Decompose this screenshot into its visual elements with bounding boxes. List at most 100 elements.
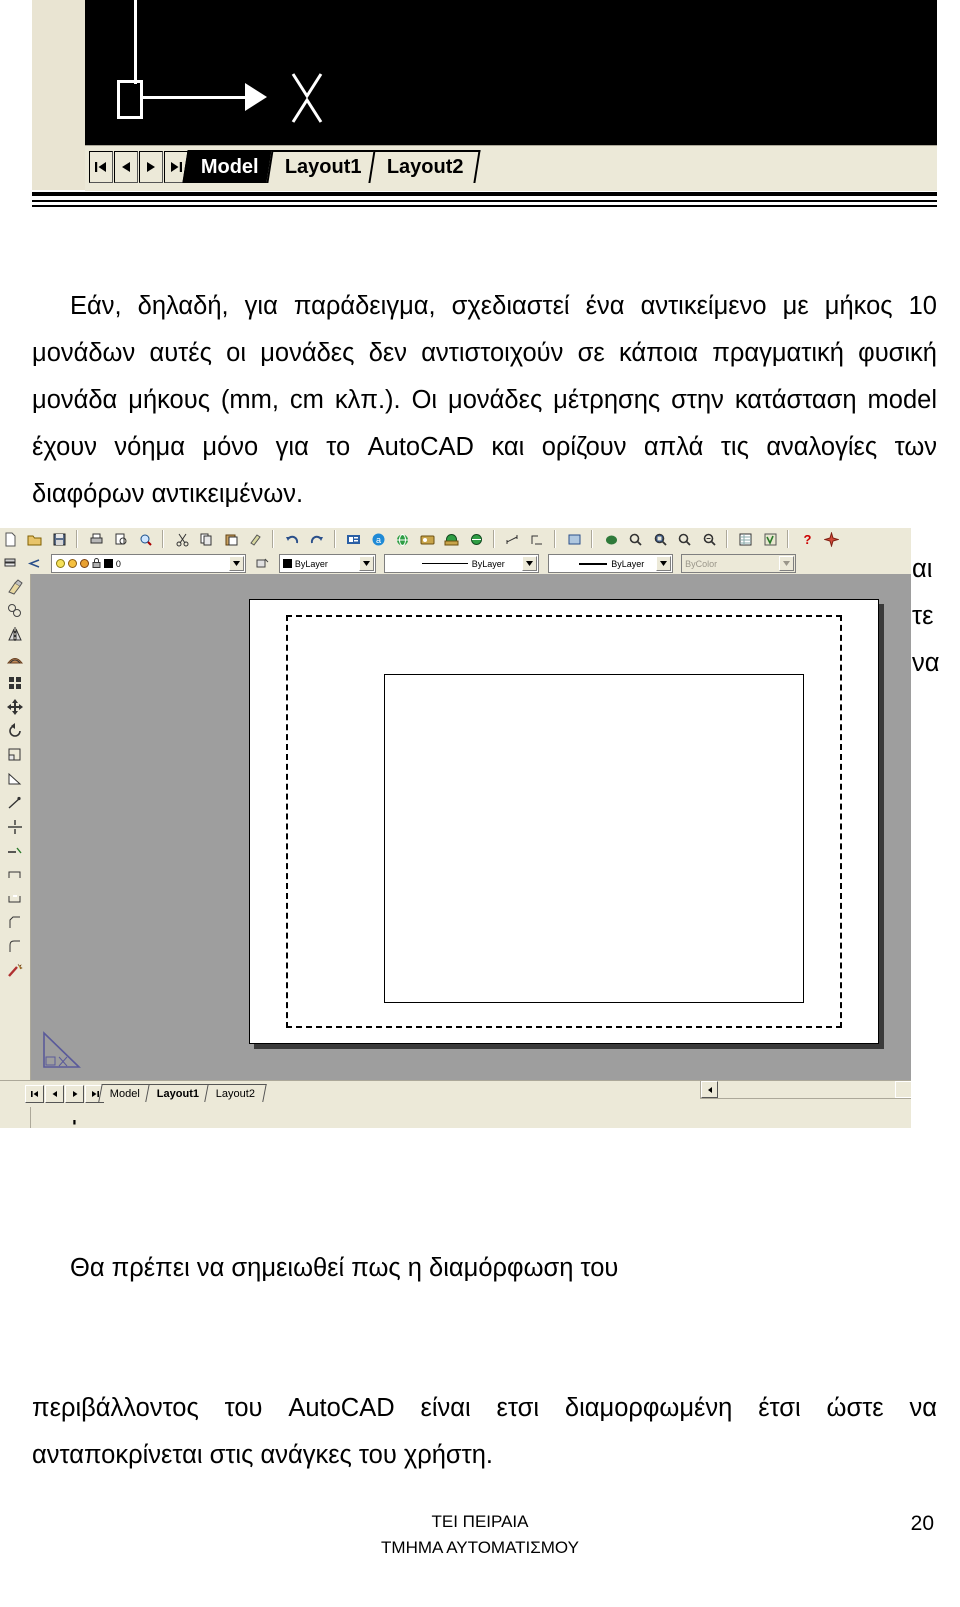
scroll-left-button[interactable]	[701, 1081, 718, 1098]
design-center-icon[interactable]	[761, 530, 780, 549]
stretch-icon[interactable]	[2, 767, 28, 790]
trim-icon[interactable]	[2, 815, 28, 838]
layer-manager-icon[interactable]	[1, 554, 20, 573]
tab-layout1[interactable]: Layout1	[266, 150, 379, 183]
extend-icon[interactable]	[2, 839, 28, 862]
area-icon[interactable]	[528, 530, 547, 549]
plotstyle-control-combo: ByColor	[681, 554, 797, 573]
previous-tab-button[interactable]	[114, 151, 138, 183]
mirror-icon[interactable]	[2, 623, 28, 646]
erase-icon[interactable]	[2, 575, 28, 598]
color-control-combo[interactable]: ByLayer	[278, 554, 376, 573]
match-properties-icon[interactable]	[246, 530, 265, 549]
paragraph-1-text: Εάν, δηλαδή, για παράδειγμα, σχεδιαστεί …	[32, 292, 937, 508]
ucs-origin-box-icon	[117, 80, 143, 119]
rotate-icon[interactable]	[2, 719, 28, 742]
tab-layout1-label: Layout1	[156, 1087, 200, 1100]
zoom-window-icon[interactable]	[651, 530, 670, 549]
save-icon[interactable]	[50, 530, 69, 549]
copy-object-icon[interactable]	[2, 599, 28, 622]
named-views-icon[interactable]	[565, 530, 584, 549]
break-icon[interactable]	[2, 887, 28, 910]
distance-icon[interactable]	[503, 530, 522, 549]
scale-icon[interactable]	[2, 743, 28, 766]
layer-name-value: 0	[115, 558, 121, 569]
first-tab-button[interactable]	[89, 151, 113, 183]
paragraph-2-line1: Θα πρέπει να σημειωθεί πως η διαμόρφωση …	[70, 1254, 619, 1282]
print-icon[interactable]	[87, 530, 106, 549]
zoom-scale-icon[interactable]	[700, 530, 719, 549]
new-icon[interactable]	[1, 530, 20, 549]
express-tools-icon[interactable]	[822, 530, 841, 549]
scroll-right-button[interactable]	[895, 1081, 911, 1098]
chamfer-icon[interactable]	[2, 911, 28, 934]
explode-icon[interactable]	[2, 959, 28, 982]
next-tab-button[interactable]	[139, 151, 163, 183]
chevron-down-icon[interactable]	[655, 556, 671, 571]
paste-icon[interactable]	[222, 530, 241, 549]
today-icon[interactable]: a	[369, 530, 388, 549]
autocad-model-window-screenshot: Model Layout1 Layout2	[32, 0, 937, 191]
help-icon[interactable]: ?	[798, 530, 817, 549]
insert-hyperlink-icon[interactable]	[344, 530, 363, 549]
zoom-previous-icon[interactable]	[675, 530, 694, 549]
object-properties-toolbar: 0 ByLayer ByLayer ByLayer ByColor	[0, 552, 911, 575]
attach-xref-icon[interactable]	[467, 530, 486, 549]
tab-model[interactable]: Model	[98, 1084, 152, 1102]
open-icon[interactable]	[25, 530, 44, 549]
fillet-icon[interactable]	[2, 935, 28, 958]
chevron-down-icon[interactable]	[358, 556, 374, 571]
layer-control-combo[interactable]: 0	[50, 554, 246, 573]
find-replace-icon[interactable]	[136, 530, 155, 549]
next-tab-button[interactable]	[65, 1085, 84, 1103]
tab-nav-buttons-bottom	[25, 1085, 104, 1103]
horizontal-scrollbar[interactable]	[700, 1080, 911, 1099]
print-preview-icon[interactable]	[111, 530, 130, 549]
properties-icon[interactable]	[736, 530, 755, 549]
chevron-down-icon[interactable]	[228, 556, 244, 571]
crosshair-cursor	[291, 73, 323, 123]
tab-layout2[interactable]: Layout2	[368, 150, 481, 183]
linetype-control-combo[interactable]: ByLayer	[384, 554, 540, 573]
tab-layout2[interactable]: Layout2	[204, 1084, 268, 1102]
tab-model-label: Model	[109, 1087, 140, 1100]
array-icon[interactable]	[2, 671, 28, 694]
obscured-fragment-2: τε	[912, 602, 934, 630]
undo-icon[interactable]	[283, 530, 302, 549]
layout-viewport[interactable]	[384, 674, 804, 1003]
meet-now-icon[interactable]	[418, 530, 437, 549]
move-icon[interactable]	[2, 695, 28, 718]
footer-institution: ΤΕΙ ΠΕΙΡΑΙΑ	[431, 1512, 529, 1531]
layout-drawing-area[interactable]	[31, 574, 911, 1080]
layer-freeze-icon	[67, 559, 77, 568]
make-object-layer-current-icon[interactable]	[253, 554, 272, 573]
layer-color-swatch	[103, 559, 113, 568]
zoom-realtime-icon[interactable]	[626, 530, 645, 549]
autodesk-point-a-icon[interactable]	[393, 530, 412, 549]
break-at-point-icon[interactable]	[2, 863, 28, 886]
previous-tab-button[interactable]	[45, 1085, 64, 1103]
model-drawing-canvas[interactable]	[85, 0, 937, 145]
publish-to-web-icon[interactable]	[442, 530, 461, 549]
color-swatch	[282, 559, 292, 568]
layer-lock-icon	[92, 558, 101, 568]
copy-icon[interactable]	[197, 530, 216, 549]
ucs-x-axis-line	[141, 96, 251, 99]
lineweight-control-combo[interactable]: ByLayer	[547, 554, 673, 573]
first-tab-button[interactable]	[25, 1085, 44, 1103]
offset-icon[interactable]	[2, 647, 28, 670]
ucs-x-arrow-icon	[245, 83, 267, 111]
redo-icon[interactable]	[307, 530, 326, 549]
tab-layout1[interactable]: Layout1	[145, 1084, 211, 1102]
cut-icon[interactable]	[173, 530, 192, 549]
page-footer: ΤΕΙ ΠΕΙΡΑΙΑ ΤΜΗΜΑ ΑΥΤΟΜΑΤΙΣΜΟΥ 20	[0, 1512, 960, 1592]
layer-previous-icon[interactable]	[25, 554, 44, 573]
chevron-down-icon[interactable]	[522, 556, 538, 571]
toolbar-separator	[333, 529, 336, 548]
pan-realtime-icon[interactable]	[602, 530, 621, 549]
modify-toolbar	[0, 574, 31, 1128]
lengthen-icon[interactable]	[2, 791, 28, 814]
paper-sheet	[249, 599, 879, 1044]
tab-model[interactable]: Model	[182, 150, 276, 183]
svg-text:?: ?	[803, 532, 811, 547]
